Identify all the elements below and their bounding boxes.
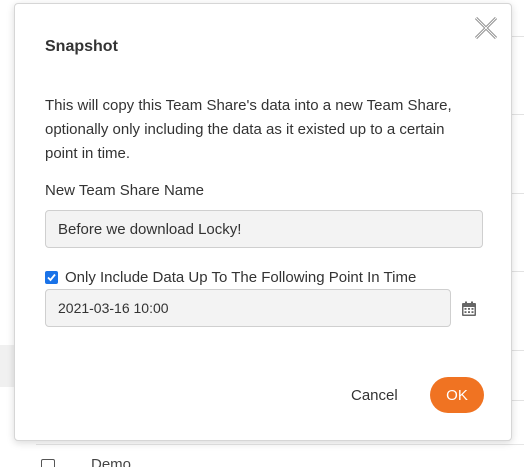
background-divider	[512, 193, 524, 194]
dialog-description: This will copy this Team Share's data in…	[45, 97, 452, 162]
background-row-divider	[36, 444, 524, 445]
background-divider	[512, 271, 524, 272]
background-divider	[512, 400, 524, 401]
page: Demo Snapshot This will copy this Team S…	[0, 0, 524, 467]
close-button[interactable]	[472, 14, 500, 42]
background-divider	[512, 36, 524, 37]
include-data-option[interactable]: Only Include Data Up To The Following Po…	[45, 267, 416, 287]
background-row-checkbox[interactable]	[41, 459, 55, 467]
snapshot-dialog: Snapshot This will copy this Team Share'…	[14, 3, 512, 441]
calendar-button[interactable]	[460, 300, 478, 318]
team-share-name-input[interactable]	[45, 210, 483, 248]
background-row-label: Demo	[91, 456, 132, 467]
include-data-label: Only Include Data Up To The Following Po…	[65, 268, 417, 286]
check-icon	[47, 273, 56, 281]
team-share-name-label: New Team Share Name	[45, 182, 204, 199]
background-divider	[512, 350, 524, 351]
dialog-title: Snapshot	[45, 38, 118, 55]
background-table-row	[0, 445, 524, 467]
cancel-button[interactable]: Cancel	[341, 378, 408, 412]
point-in-time-input[interactable]	[45, 289, 451, 327]
include-data-checkbox[interactable]	[45, 270, 58, 284]
calendar-icon	[462, 301, 476, 316]
ok-button[interactable]: OK	[430, 377, 484, 413]
background-divider	[512, 114, 524, 115]
close-icon	[474, 16, 498, 40]
